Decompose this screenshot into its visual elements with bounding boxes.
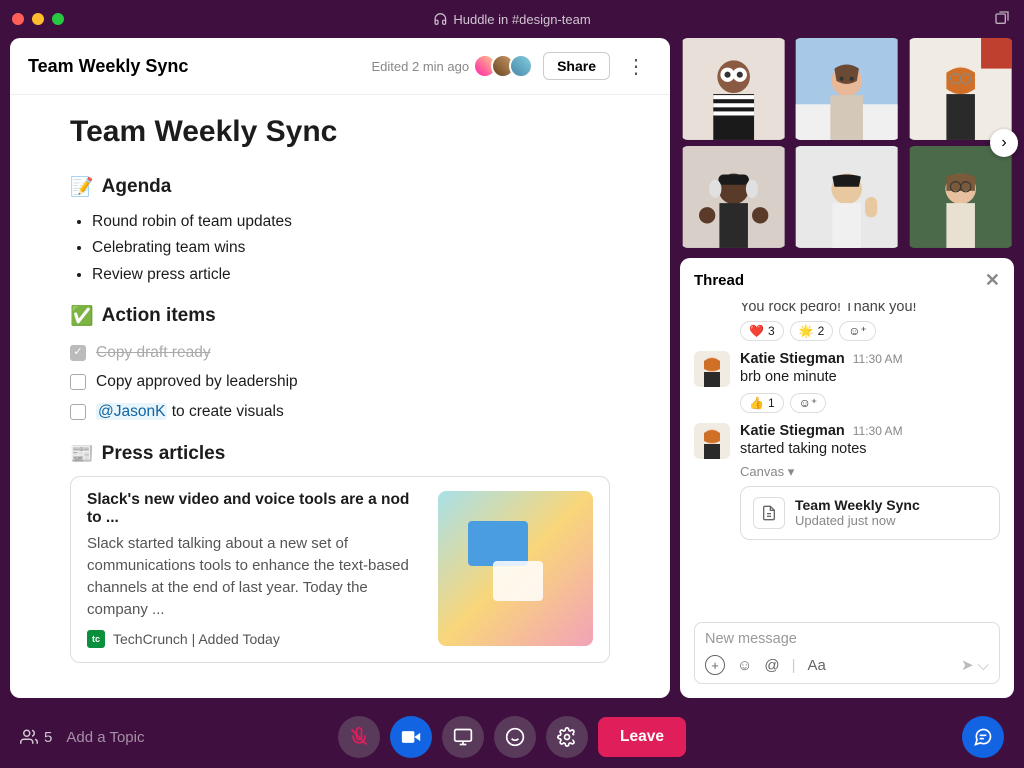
checkbox-icon[interactable] [70,404,86,420]
titlebar: Huddle in #design-team [0,0,1024,38]
send-button[interactable]: ➤ [961,656,974,674]
maximize-window[interactable] [52,13,64,25]
attachment-subtitle: Updated just now [795,513,920,528]
minimize-window[interactable] [32,13,44,25]
thread-body[interactable]: You rock pedro! Thank you! ❤️3 🌟2 ☺⁺ Kat… [680,303,1014,612]
card-desc: Slack started talking about a new set of… [87,533,424,620]
emoji-button[interactable]: ☺ [737,657,752,674]
reaction[interactable]: 🌟2 [790,321,834,341]
people-icon [20,728,38,746]
reaction[interactable]: ❤️3 [740,321,784,341]
action-item[interactable]: Copy approved by leadership [70,367,610,396]
participant-video[interactable] [680,38,787,140]
card-source: tcTechCrunch | Added Today [87,630,424,648]
participant-video[interactable] [793,38,900,140]
thread-header: Thread ✕ [680,258,1014,303]
participant-video[interactable] [907,146,1014,248]
message-body: started taking notes [740,439,1000,459]
agenda-item: Review press article [92,262,610,288]
action-item[interactable]: ✓Copy draft ready [70,338,610,367]
card-illustration [438,491,593,646]
leave-button[interactable]: Leave [598,717,686,757]
popout-icon[interactable] [994,10,1010,26]
techcrunch-icon: tc [87,630,105,648]
reaction[interactable]: 👍1 [740,393,784,413]
message-body: You rock pedro! Thank you! [694,303,1000,315]
headphones-icon [433,12,447,26]
canvas-pane: Team Weekly Sync Edited 2 min ago Share … [10,38,670,698]
attach-button[interactable]: + [705,655,725,675]
message-body: brb one minute [740,367,1000,387]
timestamp: 11:30 AM [853,424,903,438]
edited-label: Edited 2 min ago [372,59,470,74]
more-menu[interactable]: ⋮ [620,54,652,79]
message-composer[interactable]: New message + ☺ @ | Aa ➤ ⌵ [694,622,1000,684]
avatar[interactable] [694,351,730,387]
press-heading: 📰Press articles [70,442,610,466]
canvas-title: Team Weekly Sync [28,56,362,77]
close-icon[interactable]: ✕ [985,270,1000,291]
window-controls [12,13,64,25]
action-item[interactable]: @JasonK to create visuals [70,397,610,426]
huddle-title: Huddle in #design-team [433,12,590,27]
actions-heading: ✅Action items [70,304,610,328]
canvas-attachment[interactable]: Team Weekly Sync Updated just now [740,486,1000,540]
share-button[interactable]: Share [543,52,610,80]
mute-button[interactable] [338,716,380,758]
settings-button[interactable] [546,716,588,758]
canvas-header: Team Weekly Sync Edited 2 min ago Share … [10,38,670,95]
sender-name[interactable]: Katie Stiegman [740,423,845,439]
user-mention[interactable]: @JasonK [96,403,167,420]
huddle-controls-bar: 5 Add a Topic Leave [0,706,1024,768]
canvas-body[interactable]: Team Weekly Sync 📝Agenda Round robin of … [10,95,670,698]
newspaper-icon: 📰 [70,442,94,466]
close-window[interactable] [12,13,24,25]
thread-message: Katie Stiegman 11:30 AM started taking no… [694,423,1000,539]
add-topic[interactable]: Add a Topic [66,729,144,746]
send-options[interactable]: ⌵ [978,657,989,674]
screenshare-button[interactable] [442,716,484,758]
checkbox-icon[interactable] [70,374,86,390]
thread-message: Katie Stiegman 11:30 AM brb one minute 👍1… [694,351,1000,413]
composer-placeholder: New message [705,631,989,647]
participant-video[interactable] [907,38,1014,140]
doc-title: Team Weekly Sync [70,115,610,149]
checkbox-icon[interactable]: ✓ [70,345,86,361]
thread-toggle-button[interactable] [962,716,1004,758]
check-icon: ✅ [70,304,94,328]
mention-button[interactable]: @ [764,657,779,674]
add-reaction[interactable]: ☺⁺ [790,393,827,413]
card-title: Slack's new video and voice tools are a … [87,491,424,527]
video-grid: › [680,38,1014,248]
sender-name[interactable]: Katie Stiegman [740,351,845,367]
add-reaction[interactable]: ☺⁺ [839,321,876,341]
agenda-list: Round robin of team updates Celebrating … [92,209,610,288]
next-page-button[interactable]: › [990,129,1018,157]
agenda-item: Celebrating team wins [92,235,610,261]
agenda-heading: 📝Agenda [70,175,610,199]
participant-count[interactable]: 5 [20,728,52,746]
thread-pane: Thread ✕ You rock pedro! Thank you! ❤️3 … [680,258,1014,698]
reactions-button[interactable] [494,716,536,758]
memo-icon: 📝 [70,175,94,199]
collaborator-avatars[interactable] [479,54,533,78]
document-icon [753,497,785,529]
timestamp: 11:30 AM [853,352,903,366]
attachment-title: Team Weekly Sync [795,497,920,513]
participant-video[interactable] [793,146,900,248]
agenda-item: Round robin of team updates [92,209,610,235]
format-button[interactable]: Aa [807,657,825,674]
press-card[interactable]: Slack's new video and voice tools are a … [70,476,610,663]
participant-video[interactable] [680,146,787,248]
avatar[interactable] [694,423,730,459]
canvas-chip[interactable]: Canvas ▾ [740,464,1000,480]
title-text: Huddle in #design-team [453,12,590,27]
camera-button[interactable] [390,716,432,758]
